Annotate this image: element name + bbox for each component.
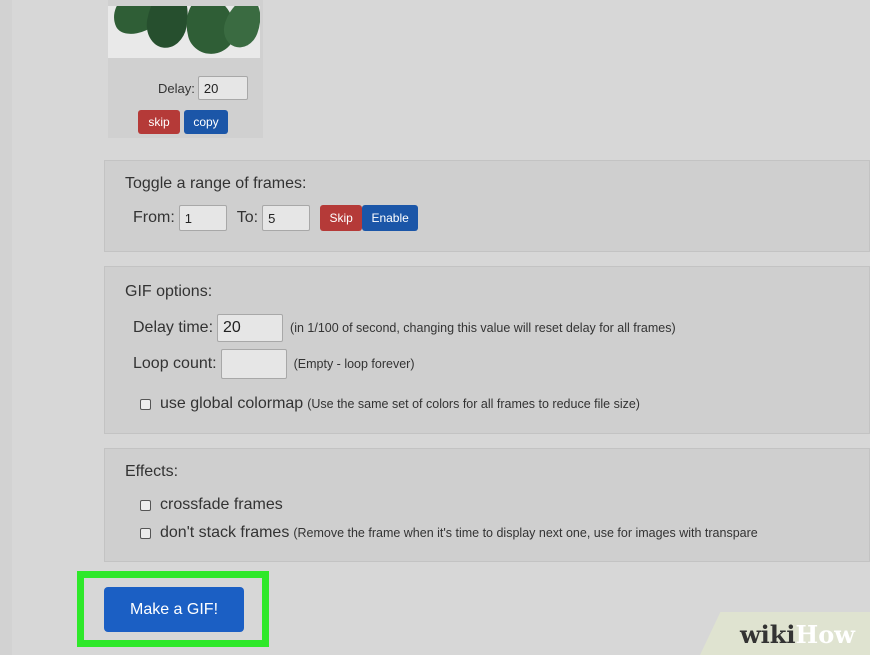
no-stack-hint: (Remove the frame when it's time to disp… — [293, 526, 758, 540]
toggle-range-title: Toggle a range of frames: — [125, 175, 307, 192]
range-skip-button[interactable]: Skip — [320, 205, 363, 231]
make-gif-button[interactable]: Make a GIF! — [104, 587, 244, 632]
no-stack-checkbox[interactable] — [140, 527, 151, 539]
range-enable-button[interactable]: Enable — [362, 205, 419, 231]
frame-delay-label: Delay: — [158, 80, 195, 96]
loop-count-hint: (Empty - loop forever) — [293, 357, 415, 371]
global-colormap-hint: (Use the same set of colors for all fram… — [307, 397, 640, 411]
frame-thumbnail — [108, 6, 260, 58]
frame-copy-button[interactable]: copy — [184, 110, 228, 134]
wikihow-watermark: wikiHow — [700, 612, 870, 655]
delay-time-label: Delay time: — [133, 319, 214, 336]
delay-time-hint: (in 1/100 of second, changing this value… — [290, 321, 676, 335]
loop-count-input[interactable] — [220, 349, 287, 379]
to-label: To: — [236, 209, 259, 226]
from-input[interactable] — [178, 205, 227, 231]
make-gif-highlight: Make a GIF! — [77, 571, 269, 647]
gif-options-title: GIF options: — [125, 283, 213, 300]
global-colormap-checkbox[interactable] — [140, 398, 151, 410]
no-stack-label: don't stack frames — [160, 524, 290, 541]
delay-time-input[interactable] — [217, 314, 284, 342]
from-label: From: — [133, 209, 175, 226]
wikihow-logo: wikiHow — [740, 620, 855, 649]
crossfade-label: crossfade frames — [160, 496, 283, 513]
loop-count-label: Loop count: — [133, 355, 217, 372]
to-input[interactable] — [262, 205, 311, 231]
frame-card: Delay: skip copy — [108, 0, 263, 138]
gif-options-panel: GIF options: Delay time: (in 1/100 of se… — [104, 266, 870, 434]
frame-delay-row: Delay: — [158, 76, 248, 100]
frame-delay-input[interactable] — [197, 76, 248, 100]
effects-title: Effects: — [125, 463, 179, 480]
global-colormap-label: use global colormap — [160, 395, 304, 412]
frame-skip-button[interactable]: skip — [138, 110, 180, 134]
effects-panel: Effects: crossfade frames don't stack fr… — [104, 448, 870, 562]
crossfade-checkbox[interactable] — [140, 499, 151, 511]
toggle-range-panel: Toggle a range of frames: From: To: Skip… — [104, 160, 870, 252]
